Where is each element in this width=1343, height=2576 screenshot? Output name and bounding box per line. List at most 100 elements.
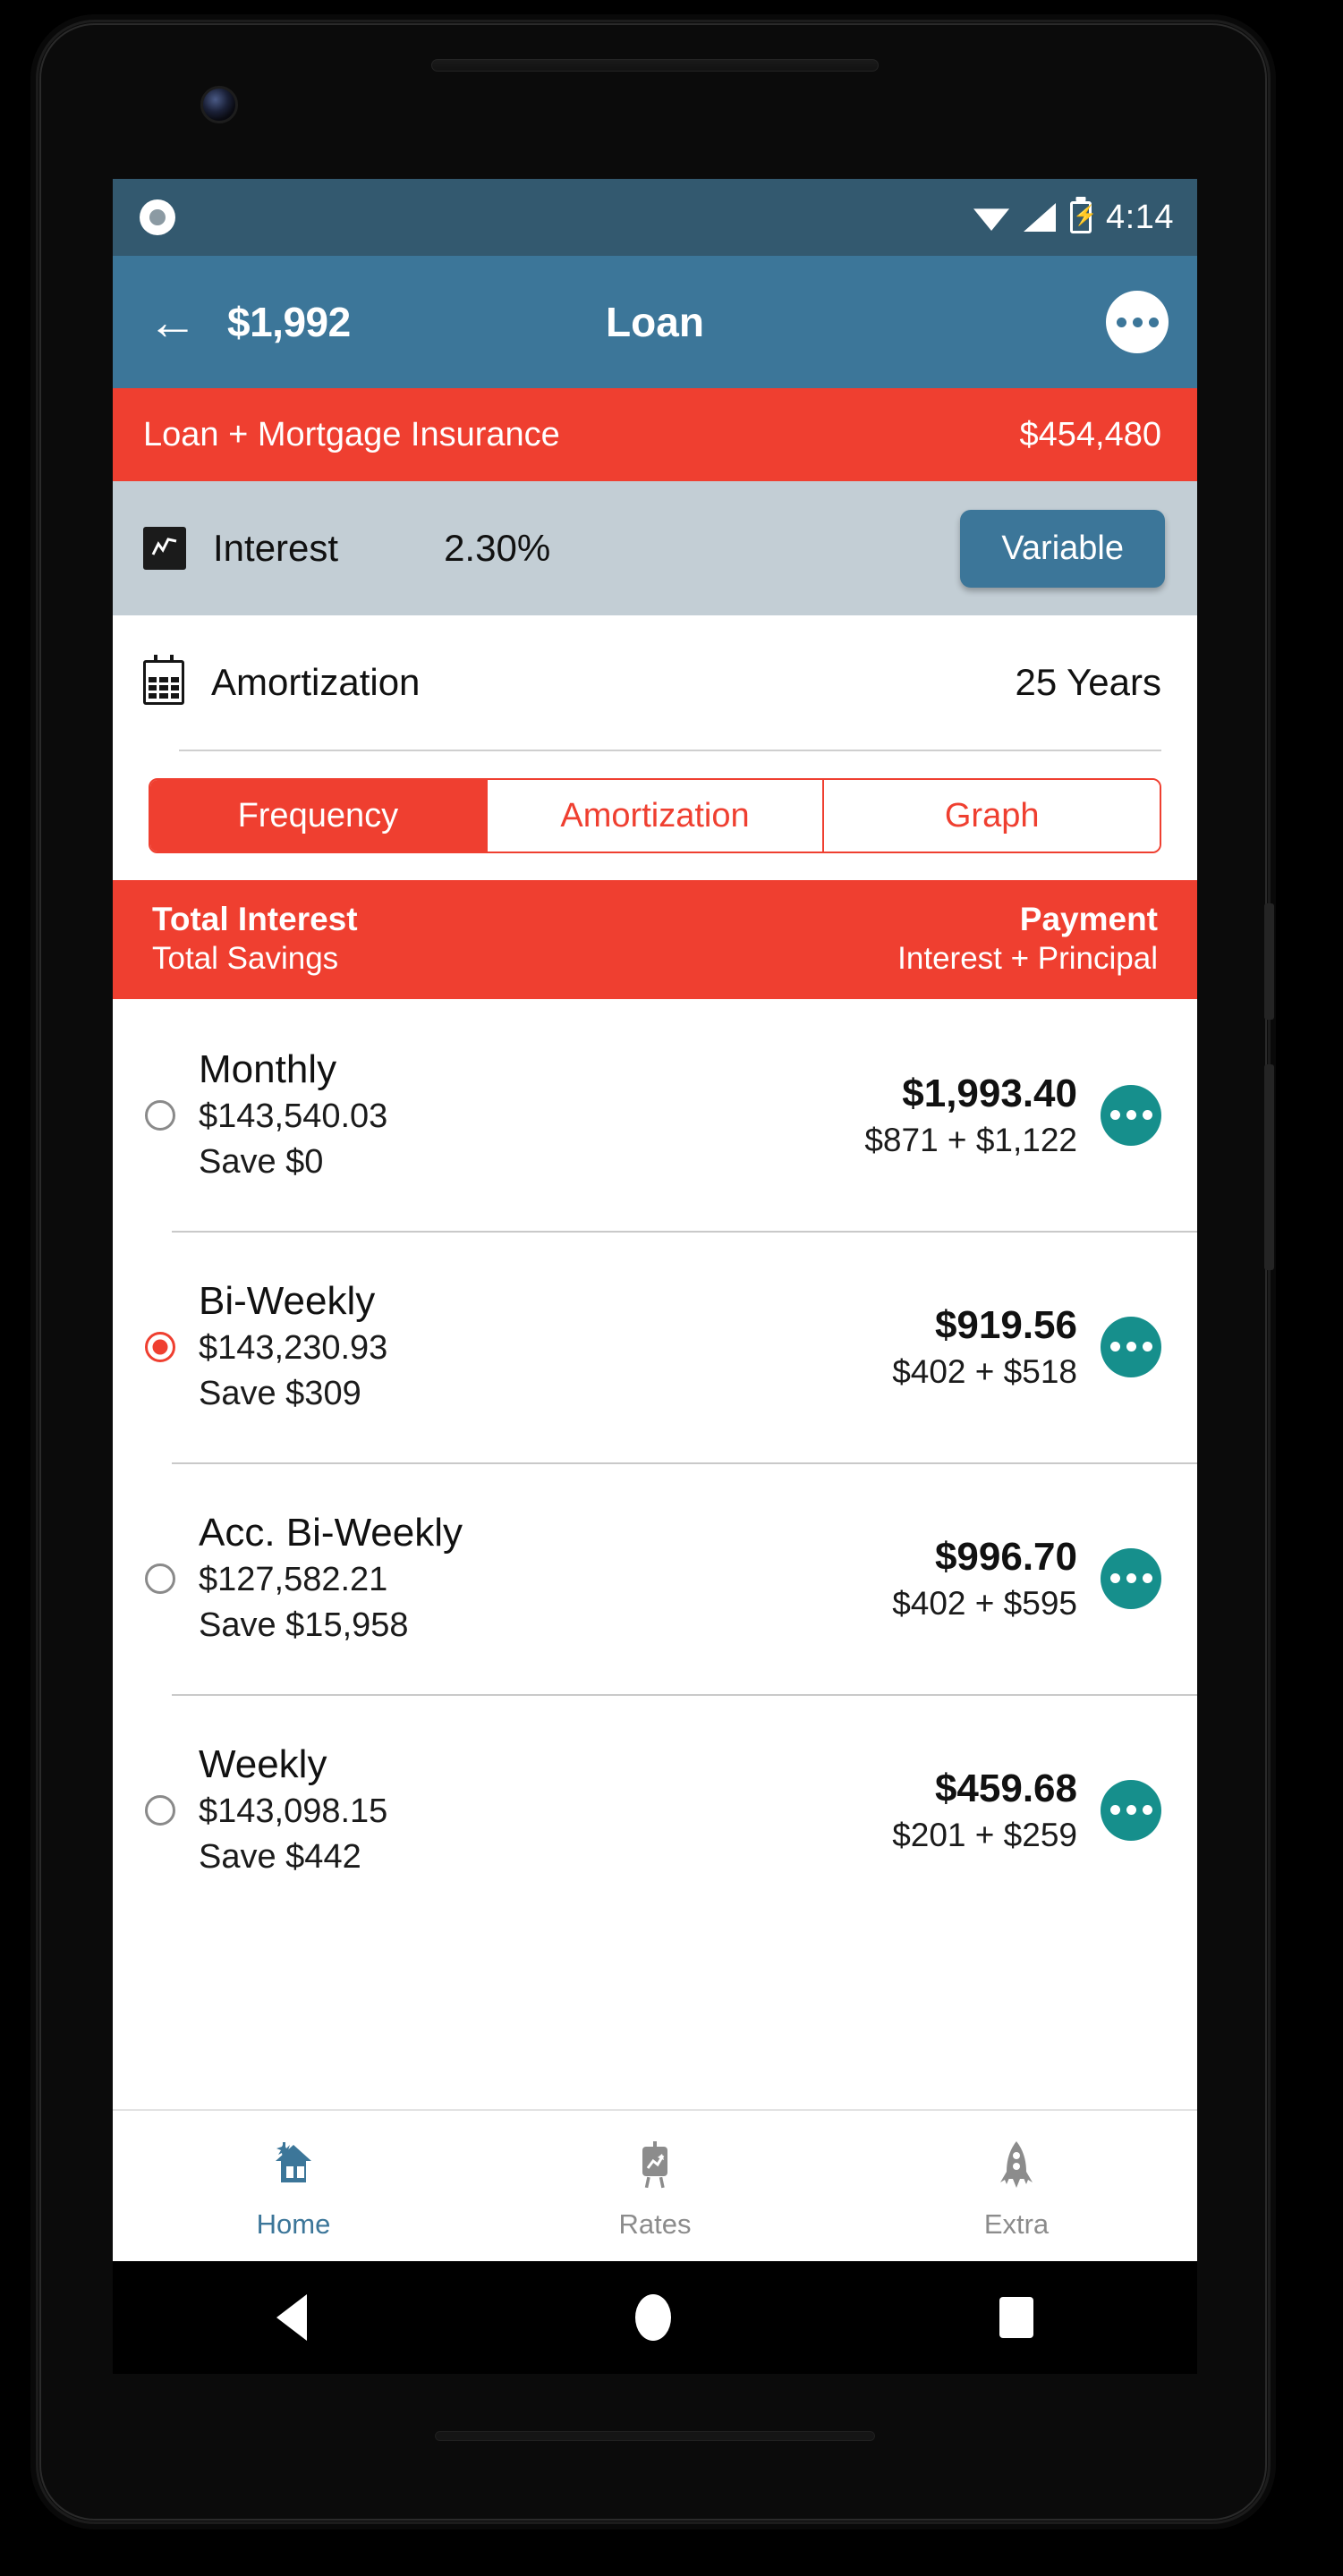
nav-label-extra: Extra <box>983 2208 1050 2240</box>
frequency-name: Acc. Bi-Weekly <box>199 1511 463 1555</box>
tab-frequency[interactable]: Frequency <box>150 780 488 852</box>
android-navigation-bar <box>113 2261 1197 2374</box>
android-back-icon[interactable] <box>276 2294 308 2341</box>
frequency-total-interest: $127,582.21 <box>199 1560 388 1598</box>
frequency-payment: $1,993.40 <box>902 1072 1077 1116</box>
row-left-content: Bi-Weekly $143,230.93 Save $309 <box>199 1277 387 1416</box>
line-chart-icon <box>143 527 186 570</box>
row-left-content: Acc. Bi-Weekly $127,582.21 Save $15,958 <box>199 1509 463 1648</box>
frequency-savings: Save $309 <box>199 1374 361 1412</box>
row-separator <box>172 1231 1197 1233</box>
header-total-savings: Total Savings <box>152 940 339 976</box>
row-separator <box>172 1462 1197 1465</box>
back-arrow-icon[interactable]: ← <box>147 296 199 348</box>
cell-signal-icon <box>1024 203 1057 232</box>
tab-container: Frequency Amortization Graph <box>113 751 1197 880</box>
status-bar-clock: 4:14 <box>1106 198 1174 236</box>
more-options-icon[interactable] <box>1101 1084 1161 1146</box>
row-right-content: $919.56 $402 + $518 <box>892 1300 1101 1394</box>
nav-label-rates: Rates <box>618 2208 692 2240</box>
frequency-payment-split: $402 + $518 <box>892 1353 1077 1391</box>
table-row[interactable]: Bi-Weekly $143,230.93 Save $309 $919.56 … <box>113 1231 1197 1462</box>
table-header-left: Total Interest Total Savings <box>152 900 358 978</box>
tab-amortization[interactable]: Amortization <box>487 780 825 852</box>
row-separator <box>172 1694 1197 1697</box>
nav-item-extra[interactable]: Extra <box>836 2111 1197 2261</box>
header-payment: Payment <box>1019 901 1158 937</box>
frequency-savings: Save $15,958 <box>199 1606 409 1644</box>
status-bar: 4:14 <box>113 179 1197 256</box>
rocket-icon <box>986 2131 1047 2198</box>
loan-summary-bar[interactable]: Loan + Mortgage Insurance $454,480 <box>113 388 1197 481</box>
frequency-payment-split: $871 + $1,122 <box>864 1122 1077 1159</box>
more-options-icon[interactable] <box>1101 1779 1161 1841</box>
header-total-interest: Total Interest <box>152 901 358 937</box>
more-options-icon[interactable] <box>1101 1316 1161 1377</box>
segmented-tabs: Frequency Amortization Graph <box>149 778 1161 853</box>
row-left-content: Monthly $143,540.03 Save $0 <box>199 1046 387 1184</box>
row-right-content: $1,993.40 $871 + $1,122 <box>864 1068 1101 1162</box>
amortization-value: 25 Years <box>1015 661 1162 703</box>
frequency-name: Weekly <box>199 1742 327 1787</box>
loan-summary-value: $454,480 <box>1019 415 1162 453</box>
wifi-icon <box>973 208 1010 231</box>
frequency-table-header: Total Interest Total Savings Payment Int… <box>113 880 1197 1000</box>
interest-rate-value: 2.30% <box>444 527 551 569</box>
frequency-name: Bi-Weekly <box>199 1279 376 1324</box>
frequency-radio-monthly[interactable] <box>145 1099 175 1131</box>
frequency-radio-bi-weekly[interactable] <box>145 1331 175 1362</box>
frequency-radio-weekly[interactable] <box>145 1794 175 1826</box>
table-row[interactable]: Acc. Bi-Weekly $127,582.21 Save $15,958 … <box>113 1462 1197 1694</box>
app-bar: ← $1,992 Loan <box>113 256 1197 388</box>
chart-easel-icon <box>625 2131 685 2198</box>
frequency-payment-split: $402 + $595 <box>892 1585 1077 1623</box>
house-icon <box>263 2131 324 2198</box>
circle-notification-icon <box>140 199 175 235</box>
table-header-right: Payment Interest + Principal <box>897 900 1158 978</box>
amortization-row[interactable]: Amortization 25 Years <box>113 615 1197 750</box>
status-bar-right: 4:14 <box>973 199 1174 237</box>
volume-button[interactable] <box>1264 1064 1274 1270</box>
frequency-savings: Save $0 <box>199 1142 324 1181</box>
nav-item-home[interactable]: Home <box>113 2111 474 2261</box>
nav-item-rates[interactable]: Rates <box>474 2111 836 2261</box>
status-bar-left <box>140 199 175 235</box>
table-row[interactable]: Weekly $143,098.15 Save $442 $459.68 $20… <box>113 1694 1197 1926</box>
android-home-icon[interactable] <box>634 2294 671 2341</box>
row-right-content: $459.68 $201 + $259 <box>892 1763 1101 1857</box>
app-bar-amount: $1,992 <box>227 299 351 345</box>
interest-label: Interest <box>213 527 339 569</box>
frequency-payment: $459.68 <box>934 1767 1077 1811</box>
frequency-payment-split: $201 + $259 <box>892 1817 1077 1854</box>
frequency-list: Monthly $143,540.03 Save $0 $1,993.40 $8… <box>113 999 1197 1927</box>
frequency-total-interest: $143,098.15 <box>199 1792 388 1830</box>
earpiece-speaker <box>431 59 879 72</box>
calendar-icon <box>143 655 184 705</box>
header-interest-principal: Interest + Principal <box>897 940 1158 976</box>
tab-graph[interactable]: Graph <box>824 780 1160 852</box>
frequency-total-interest: $143,230.93 <box>199 1328 388 1367</box>
amortization-label: Amortization <box>211 661 421 703</box>
front-camera <box>200 86 238 123</box>
overflow-menu-icon[interactable] <box>1106 291 1169 353</box>
row-right-content: $996.70 $402 + $595 <box>892 1531 1101 1625</box>
loan-summary-label: Loan + Mortgage Insurance <box>143 415 560 453</box>
power-button[interactable] <box>1264 903 1274 1020</box>
android-recents-icon[interactable] <box>999 2297 1033 2338</box>
row-left-content: Weekly $143,098.15 Save $442 <box>199 1741 387 1879</box>
table-row[interactable]: Monthly $143,540.03 Save $0 $1,993.40 $8… <box>113 999 1197 1231</box>
frequency-total-interest: $143,540.03 <box>199 1097 388 1135</box>
bottom-navigation: Home Rates Extra <box>113 2109 1197 2261</box>
interest-type-button[interactable]: Variable <box>960 509 1165 588</box>
bottom-speaker <box>435 2431 875 2441</box>
frequency-radio-acc-bi-weekly[interactable] <box>145 1563 175 1594</box>
frequency-payment: $919.56 <box>934 1303 1077 1348</box>
more-options-icon[interactable] <box>1101 1547 1161 1609</box>
frequency-savings: Save $442 <box>199 1837 361 1876</box>
phone-screen: 4:14 ← $1,992 Loan Loan + Mortgage Insur… <box>113 179 1197 2261</box>
frequency-name: Monthly <box>199 1047 337 1092</box>
frequency-payment: $996.70 <box>934 1535 1077 1580</box>
device-frame: 4:14 ← $1,992 Loan Loan + Mortgage Insur… <box>0 0 1343 2576</box>
interest-row[interactable]: Interest 2.30% Variable <box>113 481 1197 615</box>
battery-charging-icon <box>1070 201 1092 233</box>
